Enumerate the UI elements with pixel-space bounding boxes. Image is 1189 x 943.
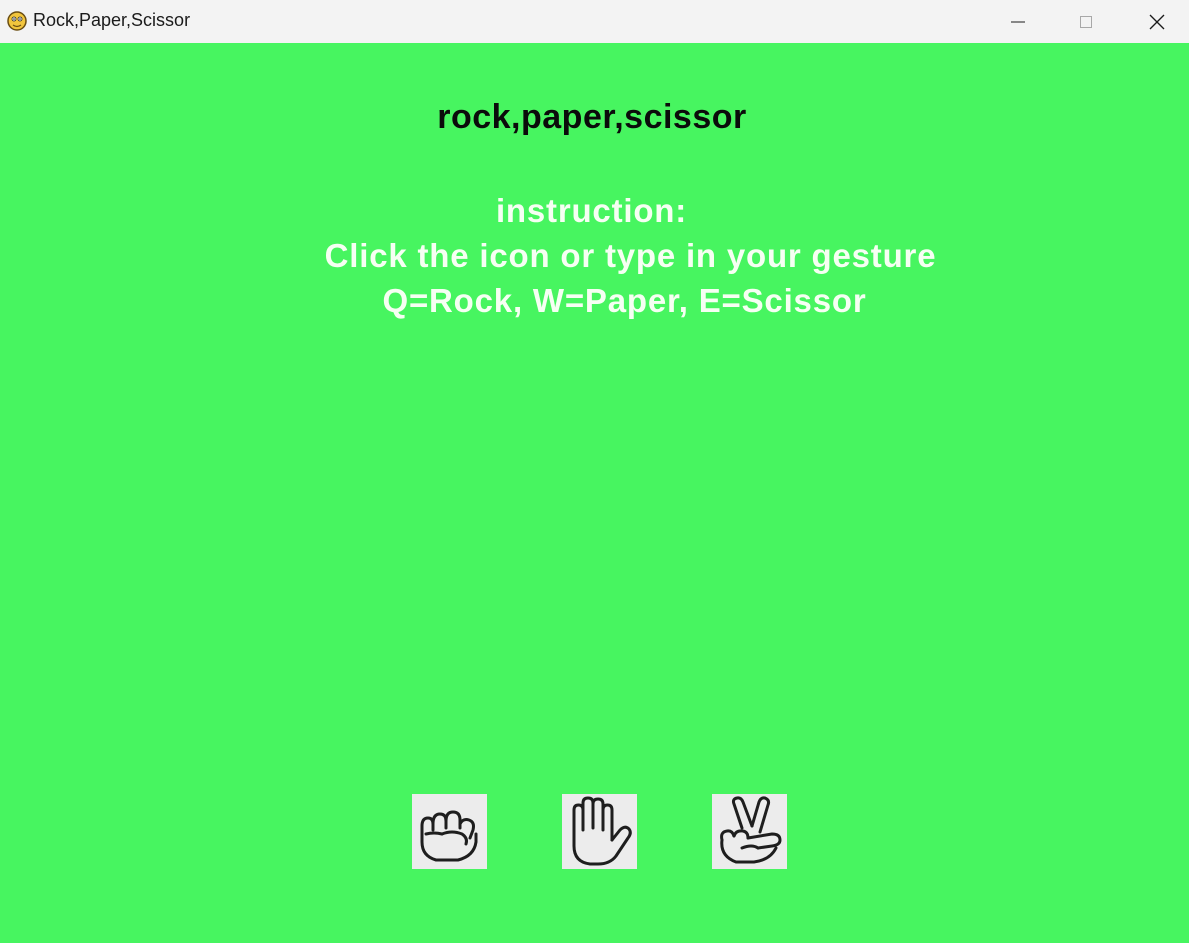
- python-snake-icon: [6, 10, 28, 32]
- window-title: Rock,Paper,Scissor: [33, 10, 191, 30]
- minimize-icon: [1011, 21, 1025, 22]
- victory-hand-icon: [720, 796, 782, 864]
- minimize-button[interactable]: [988, 0, 1048, 43]
- rock-button[interactable]: [412, 794, 487, 869]
- title-bar[interactable]: Rock,Paper,Scissor: [0, 0, 1189, 43]
- game-canvas[interactable]: rock,paper,scissor instruction: Click th…: [0, 43, 1189, 943]
- paper-button[interactable]: [562, 794, 637, 869]
- fist-icon: [420, 810, 478, 862]
- open-hand-icon: [572, 796, 632, 866]
- game-title: rock,paper,scissor: [437, 98, 747, 136]
- instruction-line-click: Click the icon or type in your gesture: [324, 237, 937, 274]
- close-button[interactable]: [1127, 0, 1187, 43]
- instruction-heading: instruction:: [495, 192, 688, 229]
- game-window: Rock,Paper,Scissor rock,paper,scissor in…: [0, 0, 1189, 943]
- scissor-button[interactable]: [712, 794, 787, 869]
- maximize-button[interactable]: [1056, 0, 1116, 43]
- close-icon: [1149, 14, 1165, 29]
- maximize-icon: [1080, 15, 1092, 28]
- instruction-line-keys: Q=Rock, W=Paper, E=Scissor: [382, 282, 867, 319]
